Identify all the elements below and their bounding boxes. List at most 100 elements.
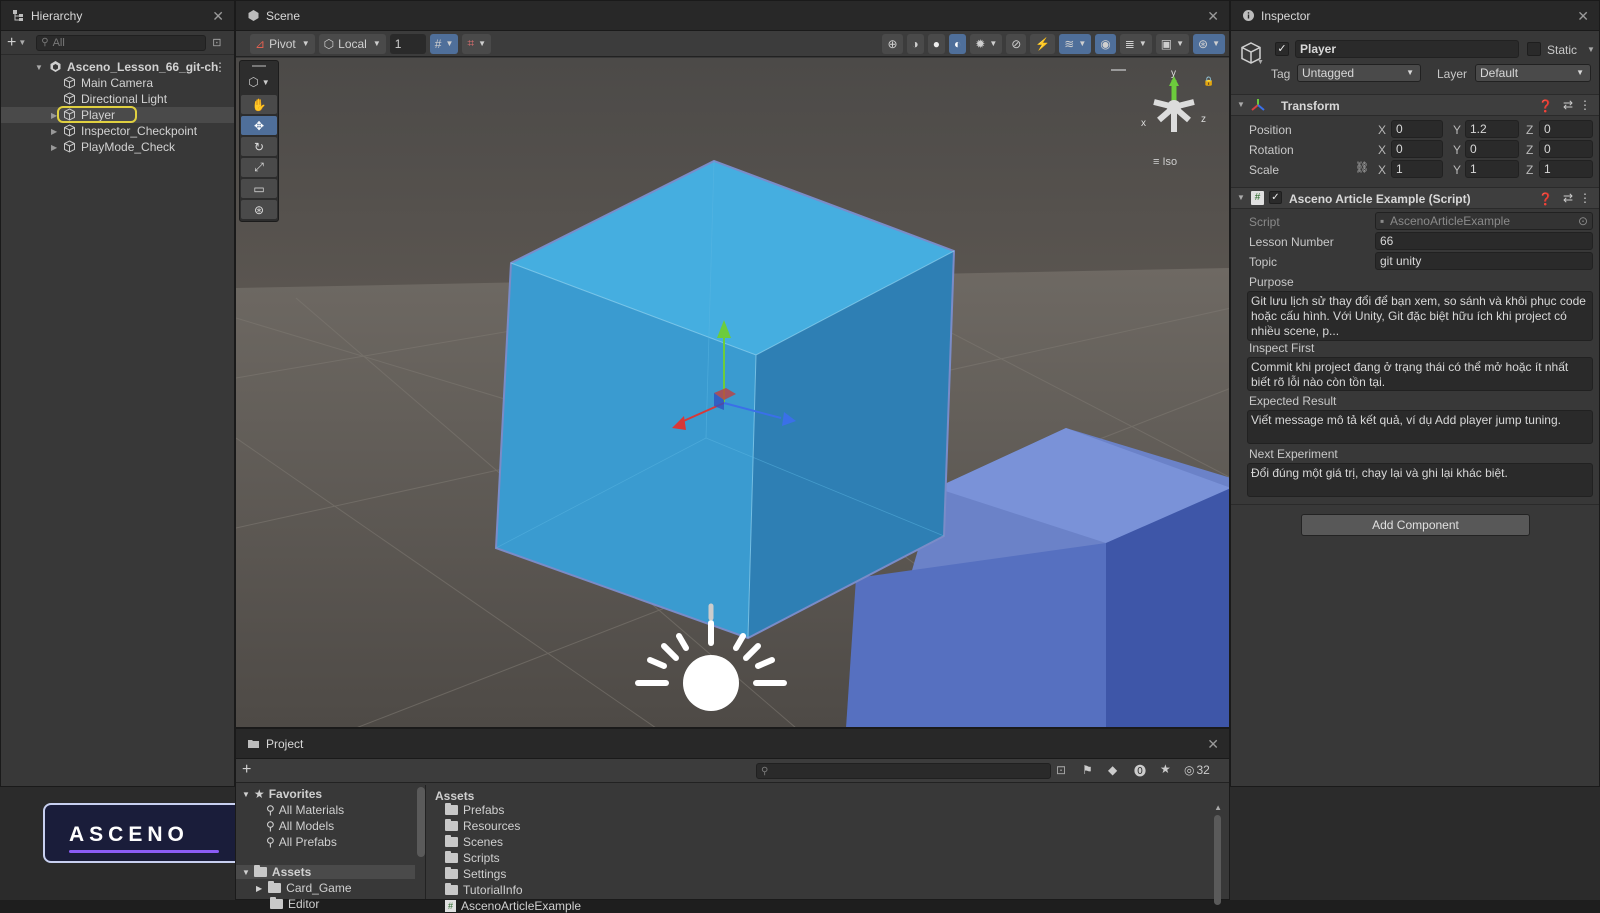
folder-item[interactable]: Prefabs [445,803,504,817]
scroll-up-icon[interactable]: ▲ [1214,803,1222,812]
add-component-button[interactable]: Add Component [1301,514,1530,536]
scene-root[interactable]: ▼ Asceno_Lesson_66_git-ch ⋮ [1,59,234,75]
hierarchy-item-playmode-check[interactable]: ▶ PlayMode_Check [1,139,234,155]
component-enabled-checkbox[interactable]: ✓ [1269,191,1282,204]
close-icon[interactable]: ✕ [1207,8,1219,25]
close-icon[interactable]: ✕ [1577,8,1589,25]
position-x-field[interactable]: 0 [1391,120,1443,138]
topic-field[interactable]: git unity [1375,252,1593,270]
camera-settings[interactable]: ≋ ▼ [1059,33,1092,54]
preset-icon[interactable]: ⇄ [1563,98,1573,112]
asset-tree-item[interactable]: Editor [270,897,319,911]
lesson-number-field[interactable]: 66 [1375,232,1593,250]
star-icon[interactable]: ★ [1160,762,1171,776]
favorites-section[interactable]: ▼ ★ Favorites [242,787,322,801]
scene-tab[interactable]: Scene ✕ [236,1,1229,31]
more-icon[interactable]: ⋮ [1579,191,1591,205]
add-icon[interactable]: + [242,761,251,779]
palette-grip[interactable] [240,61,278,71]
position-z-field[interactable]: 0 [1539,120,1593,138]
shaded-button[interactable]: ● [927,33,946,54]
expand-arrow-icon[interactable]: ▼ [35,63,43,72]
assets-root[interactable]: ▼ Assets [236,865,415,879]
transform-tool-button[interactable]: ⊛ [241,200,277,219]
move-tool-button[interactable]: ✥ [241,116,277,135]
grid-snap-input[interactable]: 1 [389,33,426,54]
layer-dropdown[interactable]: Default ▼ [1475,64,1591,82]
more-icon[interactable]: ⋮ [214,60,226,74]
asset-tree-item[interactable]: ▶ Card_Game [256,881,352,895]
visibility-toggle[interactable]: ◉ [1095,33,1116,54]
favorite-item[interactable]: ⚲ All Models [266,819,334,833]
hierarchy-tab[interactable]: Hierarchy ✕ [1,1,234,31]
orientation-gizmo[interactable]: y x z 🔒 ≡ Iso [1139,68,1214,172]
hand-tool-button[interactable]: ✋ [241,95,277,114]
inspector-tab[interactable]: Inspector ✕ [1231,1,1599,31]
hidden-packages-toggle[interactable]: ◎ 32 [1184,763,1210,777]
transform-header[interactable]: ▼ Transform ❓ ⇄ ⋮ [1231,94,1599,116]
layers-dropdown[interactable]: ≣ ▼ [1119,33,1152,54]
static-checkbox[interactable] [1527,42,1541,56]
folder-item[interactable]: TutorialInfo [445,883,523,897]
shaded-wire-button[interactable]: ◑ [906,33,924,54]
filter-type-icon[interactable]: ⚑ [1082,763,1093,777]
rotation-x-field[interactable]: 0 [1391,140,1443,158]
effects-toggle[interactable]: ⚡ [1030,33,1056,54]
scale-x-field[interactable]: 1 [1391,160,1443,178]
pivot-dropdown[interactable]: ⊿ Pivot ▼ [250,33,315,54]
folder-item[interactable]: Resources [445,819,520,833]
hierarchy-search-input[interactable]: ⚲ All [36,34,207,51]
scene-viewport[interactable]: ⬡ ▼ ✋ ✥ ↻ ⤢ ▭ ⊛ y x z 🔒 ≡ Iso [236,58,1229,727]
tag-dropdown[interactable]: Untagged ▼ [1297,64,1421,82]
folder-item[interactable]: Settings [445,867,506,881]
project-tab[interactable]: Project ✕ [236,729,1229,759]
hierarchy-item-directional-light[interactable]: Directional Light [1,91,234,107]
more-icon[interactable]: ⋮ [1579,98,1591,112]
hierarchy-item-player[interactable]: ▶ Player [1,106,234,123]
constrain-proportions-icon[interactable]: ⛓ [1355,161,1369,174]
hierarchy-item-main-camera[interactable]: Main Camera [1,75,234,91]
script-component-header[interactable]: ▼ # ✓ Asceno Article Example (Script) ❓ … [1231,187,1599,209]
label-icon[interactable]: ◆ [1108,763,1117,777]
position-y-field[interactable]: 1.2 [1465,120,1519,138]
tree-scrollbar[interactable] [417,787,425,857]
help-icon[interactable]: ❓ [1538,99,1553,113]
expected-result-textarea[interactable]: Viết message mô tả kết quả, ví dụ Add pl… [1247,410,1593,444]
search-options-icon[interactable]: ⊡ [212,36,221,49]
lit-toggle[interactable]: ◐ [949,33,967,54]
palette-dropdown[interactable]: ⬡ ▼ [240,71,278,93]
draw-mode-button[interactable]: ⊕ [882,33,903,54]
chevron-down-icon[interactable]: ▼ [1587,45,1595,54]
lock-icon[interactable]: 🔒 [1203,76,1214,87]
rotate-tool-button[interactable]: ↻ [241,137,277,156]
snap-toggle[interactable]: ⌗ ▼ [462,33,492,54]
active-checkbox[interactable]: ✓ [1275,42,1289,56]
local-dropdown[interactable]: ⬡ Local ▼ [318,33,386,54]
search-options-icon[interactable]: ⊡ [1056,763,1066,777]
hierarchy-item-inspector-checkpoint[interactable]: ▶ Inspector_Checkpoint [1,123,234,139]
inspect-first-textarea[interactable]: Commit khi project đang ở trạng thái có … [1247,357,1593,391]
camera-dropdown[interactable]: ▣ ▼ [1155,33,1190,54]
script-file-item[interactable]: # AscenoArticleExample [445,899,581,913]
folder-item[interactable]: Scripts [445,851,500,865]
content-scrollbar[interactable] [1214,815,1221,905]
add-icon[interactable]: + [7,34,16,52]
2d-toggle[interactable]: ⊘ [1006,33,1027,54]
gizmos-dropdown[interactable]: ⊛ ▼ [1193,33,1225,54]
folder-item[interactable]: Scenes [445,835,503,849]
rotation-z-field[interactable]: 0 [1539,140,1593,158]
favorite-item[interactable]: ⚲ All Prefabs [266,835,337,849]
expand-arrow-icon[interactable]: ▶ [51,143,57,152]
scale-tool-button[interactable]: ⤢ [241,158,277,177]
warning-icon[interactable]: ⓿ [1134,762,1146,779]
scale-y-field[interactable]: 1 [1465,160,1519,178]
favorite-item[interactable]: ⚲ All Materials [266,803,344,817]
iso-toggle[interactable]: ≡ Iso [1153,156,1177,168]
close-icon[interactable]: ✕ [212,8,224,25]
breadcrumb[interactable]: Assets [435,789,474,803]
help-icon[interactable]: ❓ [1538,192,1553,206]
purpose-textarea[interactable]: Git lưu lịch sử thay đổi để bạn xem, so … [1247,291,1593,341]
close-icon[interactable]: ✕ [1207,736,1219,753]
project-search-input[interactable]: ⚲ [756,763,1051,779]
rect-tool-button[interactable]: ▭ [241,179,277,198]
